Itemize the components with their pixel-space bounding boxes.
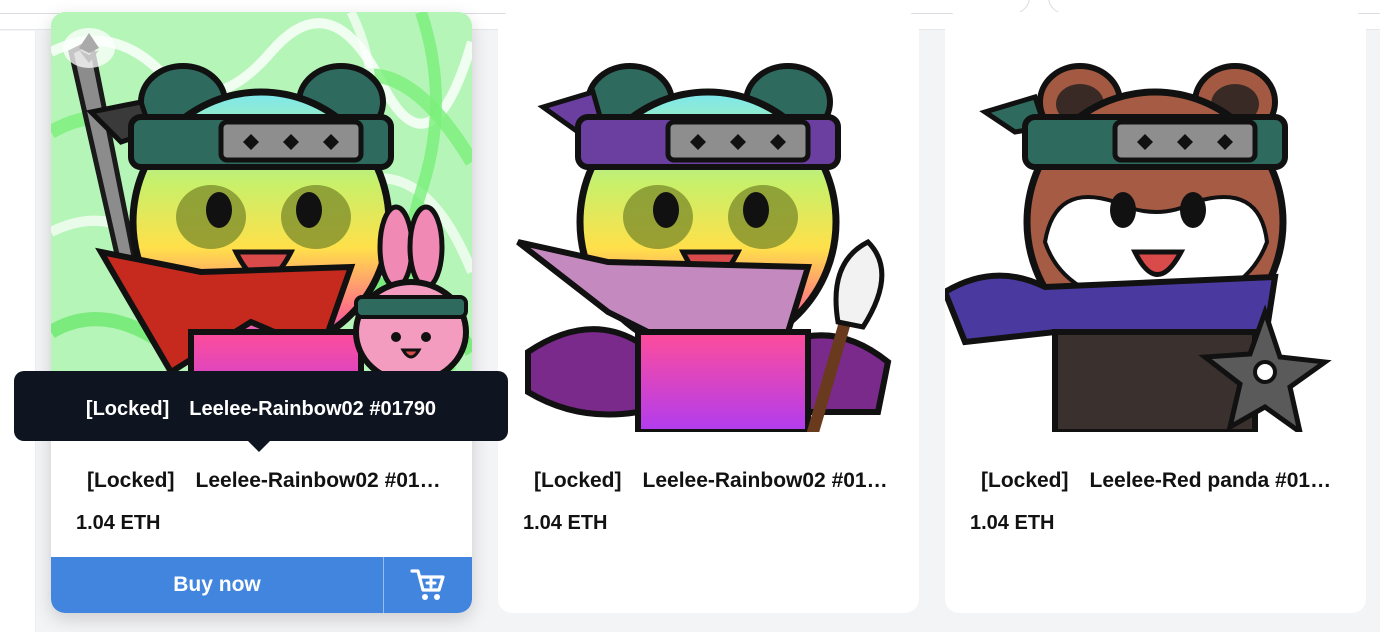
purchase-actions: Buy now: [51, 557, 472, 613]
nft-price: 1.04 ETH: [523, 512, 608, 534]
tooltip-arrow: [248, 441, 270, 452]
nft-title[interactable]: [Locked] Leelee-Rainbow02 #01791: [534, 464, 894, 494]
nft-card[interactable]: [Locked] Leelee-Rainbow02 #01791 1.04 ET…: [498, 12, 919, 613]
nft-card[interactable]: [Locked] Leelee-Red panda #01792 1.04 ET…: [945, 12, 1366, 613]
nft-price: 1.04 ETH: [76, 512, 161, 534]
nft-card[interactable]: [Locked] Leelee-Rainbow02 #01790 1.04 ET…: [51, 12, 472, 613]
nft-title[interactable]: [Locked] Leelee-Rainbow02 #01790: [87, 464, 447, 494]
title-tooltip: [Locked] Leelee-Rainbow02 #01790: [14, 371, 508, 441]
nft-image[interactable]: [51, 12, 472, 432]
cart-icon: [410, 569, 445, 600]
nft-title[interactable]: [Locked] Leelee-Red panda #01792: [981, 464, 1341, 494]
nft-price: 1.04 ETH: [970, 512, 1055, 534]
buy-now-button[interactable]: Buy now: [51, 557, 384, 613]
add-to-cart-button[interactable]: [384, 557, 472, 613]
filter-sidebar: [0, 31, 36, 632]
ethereum-icon: [63, 28, 115, 68]
nft-image[interactable]: [498, 12, 919, 432]
nft-image[interactable]: [945, 12, 1366, 432]
